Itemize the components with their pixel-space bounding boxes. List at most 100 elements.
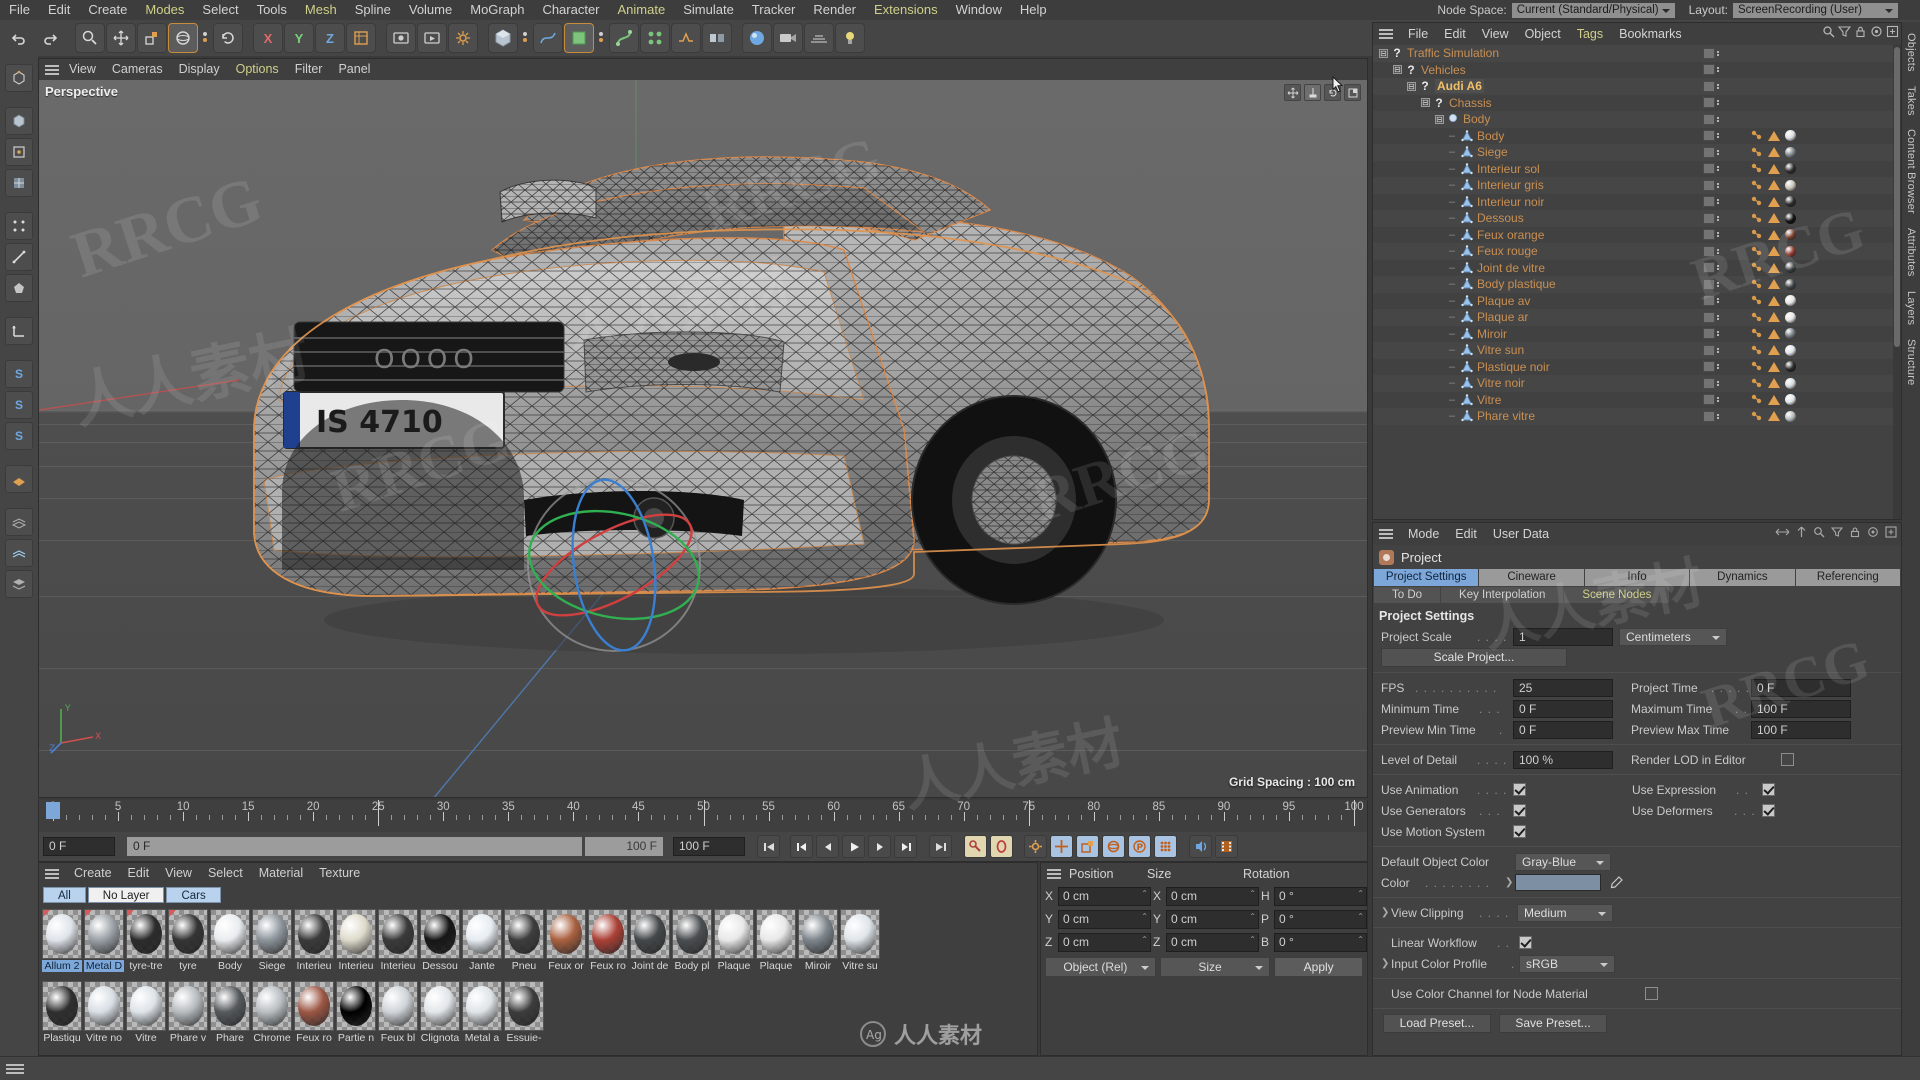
- menu-item-help[interactable]: Help: [1011, 0, 1056, 20]
- visibility-dot-top[interactable]: [1703, 130, 1715, 142]
- material-preview-sphere[interactable]: [168, 909, 208, 959]
- object-tree-row[interactable]: – Plaque av: [1373, 292, 1901, 309]
- position-x-field[interactable]: 0 cm ⌃: [1058, 886, 1151, 906]
- phong-tag-icon[interactable]: [1751, 411, 1763, 422]
- material-preview-sphere[interactable]: [294, 981, 334, 1031]
- polygon-selection-tag-icon[interactable]: [1768, 213, 1780, 224]
- material-swatch[interactable]: Plaque: [714, 909, 754, 979]
- visibility-dots[interactable]: [1717, 397, 1719, 403]
- add-field-button[interactable]: [671, 23, 701, 53]
- material-tag-icon[interactable]: [1785, 130, 1796, 142]
- timeline-ruler[interactable]: 0510152025303540455055606570758085909510…: [38, 800, 1368, 832]
- maximum-time-field[interactable]: 100 F: [1751, 699, 1851, 718]
- material-preview-sphere[interactable]: [462, 909, 502, 959]
- search-icon[interactable]: [1813, 526, 1825, 538]
- material-preview-sphere[interactable]: [84, 981, 124, 1031]
- end-frame-field[interactable]: 100 F: [673, 837, 745, 856]
- visibility-dots[interactable]: [1717, 116, 1719, 122]
- object-menu-view[interactable]: View: [1474, 23, 1517, 45]
- material-preview-sphere[interactable]: [798, 909, 838, 959]
- phong-tag-icon[interactable]: [1751, 378, 1763, 389]
- redo-button[interactable]: [35, 23, 65, 53]
- current-frame-field[interactable]: 0 F: [43, 837, 115, 856]
- menu-item-mesh[interactable]: Mesh: [296, 0, 346, 20]
- dock-tab-objects[interactable]: Objects: [1903, 26, 1919, 79]
- attribute-tab-referencing[interactable]: Referencing: [1795, 569, 1901, 586]
- phong-tag-icon[interactable]: [1751, 229, 1763, 240]
- size-y-field[interactable]: 0 cm ⌃: [1166, 909, 1259, 929]
- make-editable-button[interactable]: [5, 64, 33, 92]
- viewport-hamburger-icon[interactable]: [43, 63, 61, 77]
- material-tag-icon[interactable]: [1785, 295, 1796, 307]
- material-tag-icon[interactable]: [1785, 377, 1796, 389]
- phong-tag-icon[interactable]: [1751, 361, 1763, 372]
- add-mograph-button[interactable]: [640, 23, 670, 53]
- visibility-dot-top[interactable]: [1703, 311, 1715, 323]
- phong-tag-icon[interactable]: [1751, 394, 1763, 405]
- render-region-button[interactable]: [417, 23, 447, 53]
- lock-icon[interactable]: [1854, 25, 1867, 38]
- object-tree-row[interactable]: – Siege: [1373, 144, 1901, 161]
- add-spline-button[interactable]: [533, 23, 563, 53]
- menu-item-simulate[interactable]: Simulate: [674, 0, 743, 20]
- material-swatch[interactable]: tyre: [168, 909, 208, 979]
- layers-tool-button[interactable]: [5, 570, 33, 598]
- apply-button[interactable]: Apply: [1274, 957, 1364, 977]
- record-pla-button[interactable]: [1154, 835, 1177, 858]
- material-swatch[interactable]: Body pl: [672, 909, 712, 979]
- menu-item-create[interactable]: Create: [79, 0, 136, 20]
- visibility-dots[interactable]: [1717, 83, 1719, 89]
- workplane-button[interactable]: [5, 465, 33, 493]
- menu-item-extensions[interactable]: Extensions: [865, 0, 947, 20]
- search-icon[interactable]: [1822, 25, 1835, 38]
- object-tree-row[interactable]: – Vitre: [1373, 391, 1901, 408]
- project-scale-field[interactable]: 1: [1513, 627, 1613, 646]
- material-swatch[interactable]: Dessou: [420, 909, 460, 979]
- fps-field[interactable]: 25: [1513, 678, 1613, 697]
- material-swatch[interactable]: Interieu: [294, 909, 334, 979]
- previous-frame-button[interactable]: [816, 835, 839, 858]
- material-tag-icon[interactable]: [1785, 229, 1796, 241]
- input-profile-expand-arrow-icon[interactable]: ❯: [1381, 958, 1391, 969]
- material-swatch[interactable]: Clignota: [420, 981, 460, 1051]
- object-name-label[interactable]: Plaque ar: [1477, 310, 1528, 324]
- visibility-dots[interactable]: [1717, 133, 1719, 139]
- object-name-label[interactable]: Dessous: [1477, 211, 1524, 225]
- grid-tool-button[interactable]: [5, 508, 33, 536]
- attribute-subtab-to-do[interactable]: To Do: [1374, 587, 1441, 603]
- car-wireframe-model[interactable]: OOOO IS 4710: [224, 100, 1234, 660]
- material-tag-icon[interactable]: [1785, 410, 1796, 422]
- material-swatch[interactable]: Metal a: [462, 981, 502, 1051]
- material-swatch[interactable]: Body: [210, 909, 250, 979]
- linear-workflow-checkbox[interactable]: [1519, 936, 1532, 949]
- visibility-dots[interactable]: [1717, 182, 1719, 188]
- material-swatch[interactable]: Vitre su: [840, 909, 880, 979]
- next-keyframe-button[interactable]: [894, 835, 917, 858]
- object-tree-row[interactable]: – Vitre noir: [1373, 375, 1901, 392]
- scale-project-button[interactable]: Scale Project...: [1381, 648, 1567, 667]
- input-color-profile-select[interactable]: sRGB: [1519, 954, 1615, 973]
- attribute-subtab-scene-nodes[interactable]: Scene Nodes: [1564, 587, 1670, 603]
- add-floor-button[interactable]: [804, 23, 834, 53]
- visibility-dot-top[interactable]: [1703, 344, 1715, 356]
- visibility-dots[interactable]: [1717, 149, 1719, 155]
- material-preview-sphere[interactable]: [84, 909, 124, 959]
- tool-options-stack[interactable]: [199, 23, 212, 53]
- new-tab-icon[interactable]: [1885, 526, 1897, 538]
- material-tag-icon[interactable]: [1785, 245, 1796, 257]
- preview-max-time-field[interactable]: 100 F: [1751, 720, 1851, 739]
- dock-tab-structure[interactable]: Structure: [1903, 332, 1919, 392]
- menu-item-character[interactable]: Character: [533, 0, 608, 20]
- phong-tag-icon[interactable]: [1751, 196, 1763, 207]
- attribute-tab-cineware[interactable]: Cineware: [1479, 569, 1584, 586]
- polygon-selection-tag-icon[interactable]: [1768, 147, 1780, 158]
- menu-item-animate[interactable]: Animate: [609, 0, 675, 20]
- new-tab-icon[interactable]: [1886, 25, 1899, 38]
- dock-tab-attributes[interactable]: Attributes: [1903, 221, 1919, 283]
- material-tag-icon[interactable]: [1785, 196, 1796, 208]
- material-preview-sphere[interactable]: [252, 909, 292, 959]
- visibility-dot-top[interactable]: [1703, 47, 1715, 59]
- material-swatch[interactable]: Feux ro: [294, 981, 334, 1051]
- position-y-field[interactable]: 0 cm ⌃: [1058, 909, 1151, 929]
- texture-mode-button[interactable]: [5, 169, 33, 197]
